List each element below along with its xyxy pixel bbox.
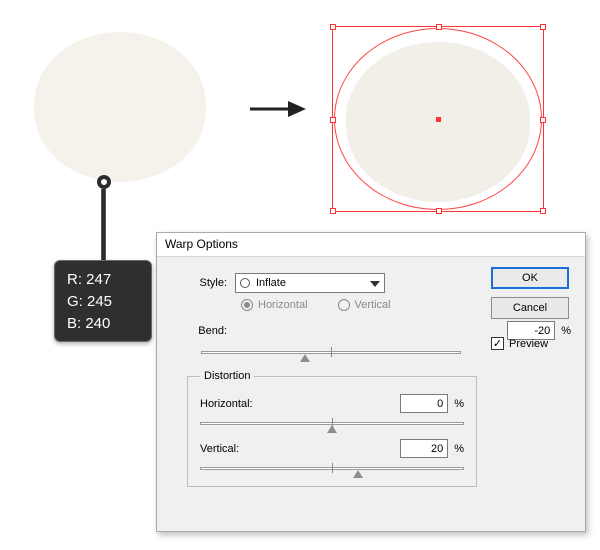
warp-options-dialog: Warp Options Style: Inflate Horizontal V… xyxy=(156,232,586,532)
distortion-h-pct: % xyxy=(454,398,464,410)
result-selection xyxy=(332,26,544,216)
slider-center-tick xyxy=(331,347,332,357)
distortion-v-slider[interactable] xyxy=(200,462,464,476)
callout-r: R: 247 xyxy=(67,269,139,291)
handle-top-right[interactable] xyxy=(540,24,546,30)
center-point[interactable] xyxy=(436,117,441,122)
callout-b: B: 240 xyxy=(67,313,139,335)
handle-mid-right[interactable] xyxy=(540,117,546,123)
orientation-vertical-label: Vertical xyxy=(355,299,391,311)
style-label: Style: xyxy=(171,277,235,289)
radio-icon xyxy=(338,299,350,311)
color-callout: R: 247 G: 245 B: 240 xyxy=(54,260,152,342)
style-select[interactable]: Inflate xyxy=(235,273,385,293)
callout-anchor xyxy=(97,175,111,189)
handle-bottom-left[interactable] xyxy=(330,208,336,214)
distortion-v-pct: % xyxy=(454,443,464,455)
checkbox-icon: ✓ xyxy=(491,337,504,350)
preview-label: Preview xyxy=(509,338,548,350)
handle-mid-left[interactable] xyxy=(330,117,336,123)
radio-icon xyxy=(241,299,253,311)
distortion-h-label: Horizontal: xyxy=(200,398,270,410)
callout-stem xyxy=(101,189,106,263)
distortion-h-input[interactable] xyxy=(400,394,448,413)
inflate-icon xyxy=(240,278,250,288)
cancel-button[interactable]: Cancel xyxy=(491,297,569,319)
ok-button[interactable]: OK xyxy=(491,267,569,289)
dialog-title[interactable]: Warp Options xyxy=(157,233,585,257)
distortion-legend: Distortion xyxy=(200,370,254,382)
distortion-h-slider[interactable] xyxy=(200,417,464,431)
bounding-box[interactable] xyxy=(332,26,544,212)
style-value: Inflate xyxy=(256,277,286,289)
arrow-icon xyxy=(248,94,308,124)
bend-label: Bend: xyxy=(171,325,235,337)
dialog-body: Style: Inflate Horizontal Vertical Bend: xyxy=(157,257,585,531)
callout-g: G: 245 xyxy=(67,291,139,313)
bend-slider[interactable] xyxy=(201,346,461,360)
distortion-group: Distortion Horizontal: % Vertical: % xyxy=(187,370,477,487)
slider-center-tick xyxy=(332,463,333,473)
handle-bottom-mid[interactable] xyxy=(436,208,442,214)
slider-thumb[interactable] xyxy=(353,470,363,478)
orientation-vertical[interactable]: Vertical xyxy=(338,299,391,311)
source-oval xyxy=(34,32,206,182)
preview-checkbox[interactable]: ✓ Preview xyxy=(491,337,569,350)
handle-top-mid[interactable] xyxy=(436,24,442,30)
handle-top-left[interactable] xyxy=(330,24,336,30)
slider-thumb[interactable] xyxy=(327,425,337,433)
orientation-horizontal-label: Horizontal xyxy=(258,299,308,311)
handle-bottom-right[interactable] xyxy=(540,208,546,214)
orientation-horizontal[interactable]: Horizontal xyxy=(241,299,308,311)
distortion-v-label: Vertical: xyxy=(200,443,270,455)
slider-thumb[interactable] xyxy=(300,354,310,362)
chevron-down-icon xyxy=(370,279,380,289)
distortion-v-input[interactable] xyxy=(400,439,448,458)
